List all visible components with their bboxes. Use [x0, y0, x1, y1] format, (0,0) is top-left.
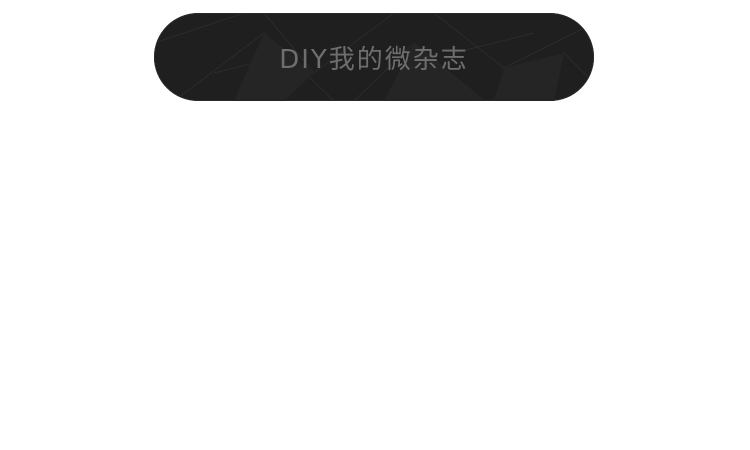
button-label: DIY我的微杂志	[279, 44, 469, 75]
page: DIY我的微杂志	[0, 0, 750, 450]
diy-magazine-button[interactable]: DIY我的微杂志	[154, 13, 594, 101]
